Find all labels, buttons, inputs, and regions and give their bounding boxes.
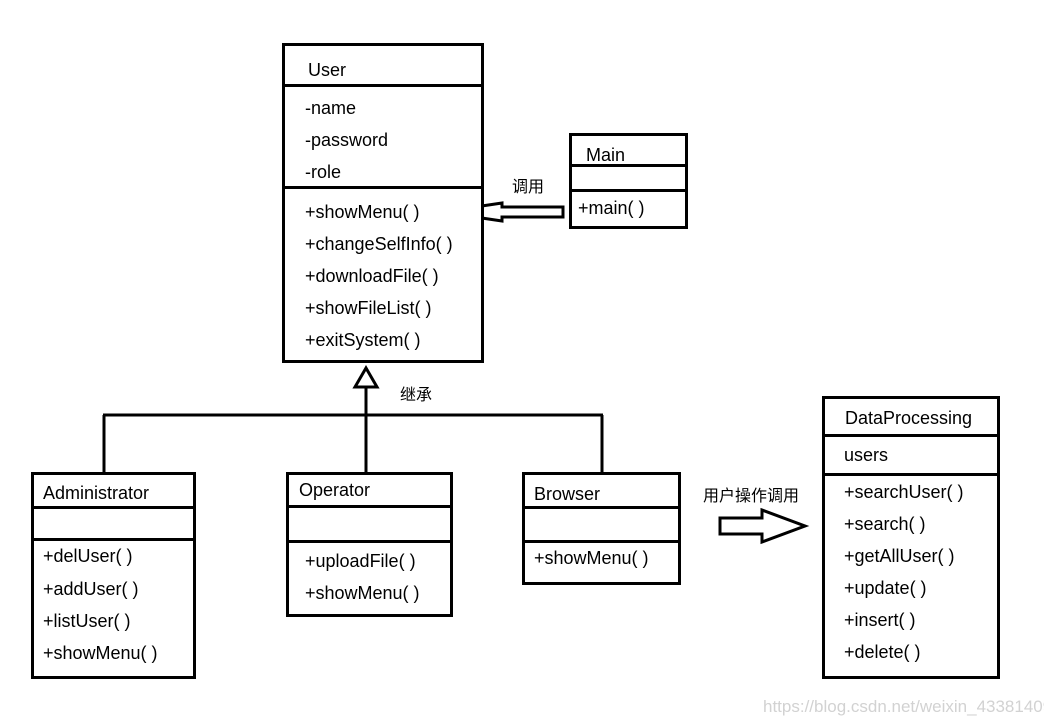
method: +showMenu( ): [305, 583, 420, 603]
attribute: -role: [305, 162, 342, 182]
method: +delete( ): [844, 642, 921, 662]
method: +search( ): [844, 514, 926, 534]
class-name: Browser: [534, 484, 601, 504]
method: +update( ): [844, 578, 927, 598]
attribute: -password: [305, 130, 389, 150]
method: +showMenu( ): [534, 548, 649, 568]
uml-class-diagram: 调用 继承 用户操作调用 User -name -password -role …: [0, 0, 1044, 726]
method: +changeSelfInfo( ): [305, 234, 453, 254]
method: +uploadFile( ): [305, 551, 416, 571]
class-dataprocessing: DataProcessing users +searchUser( ) +sea…: [822, 396, 1000, 679]
method: +delUser( ): [43, 546, 133, 566]
class-name: DataProcessing: [845, 408, 973, 428]
class-administrator: Administrator +delUser( ) +addUser( ) +l…: [31, 472, 196, 679]
method: +showMenu( ): [43, 643, 158, 663]
method: +getAllUser( ): [844, 546, 955, 566]
user-op-arrow: [718, 507, 810, 545]
method: +listUser( ): [43, 611, 131, 631]
user-op-label: 用户操作调用: [703, 486, 800, 505]
method: +searchUser( ): [844, 482, 964, 502]
attribute: users: [844, 445, 889, 465]
method: +showMenu( ): [305, 202, 420, 222]
class-operator: Operator +uploadFile( ) +showMenu( ): [286, 472, 453, 617]
method: +main( ): [578, 198, 645, 218]
class-name: Administrator: [43, 483, 150, 503]
class-name: Operator: [299, 480, 371, 500]
watermark: https://blog.csdn.net/weixin_43381409: [763, 697, 1044, 716]
class-browser: Browser +showMenu( ): [522, 472, 681, 585]
class-user: User -name -password -role +showMenu( ) …: [282, 43, 484, 363]
inherit-label: 继承: [400, 385, 433, 404]
call-label: 调用: [512, 177, 545, 196]
inheritance-triangle: [352, 365, 380, 389]
class-main: Main +main( ): [569, 133, 688, 229]
attribute: -name: [305, 98, 357, 118]
method: +insert( ): [844, 610, 916, 630]
method: +showFileList( ): [305, 298, 432, 318]
method: +addUser( ): [43, 579, 139, 599]
class-name: User: [308, 60, 347, 80]
method: +exitSystem( ): [305, 330, 421, 350]
class-name: Main: [586, 145, 626, 165]
method: +downloadFile( ): [305, 266, 439, 286]
